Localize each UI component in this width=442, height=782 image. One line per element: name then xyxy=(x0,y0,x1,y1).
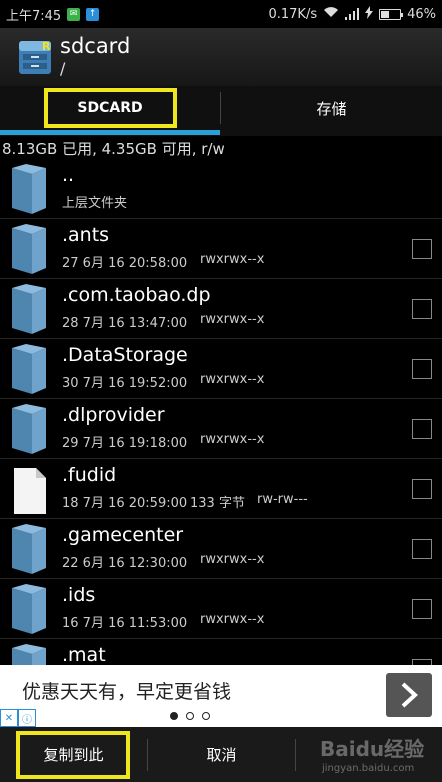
chevron-right-icon xyxy=(401,682,418,708)
file-date: 28 7月 16 13:47:00 xyxy=(62,316,188,331)
cancel-button[interactable]: 取消 xyxy=(148,727,295,782)
list-item[interactable]: .ids 16 7月 16 11:53:00 rwxrwx--x xyxy=(0,580,442,639)
select-checkbox[interactable] xyxy=(412,479,432,499)
ad-next-button[interactable] xyxy=(386,673,432,717)
folder-icon xyxy=(10,224,48,276)
app-header: R sdcard / xyxy=(0,28,442,86)
file-size: 133 字节 xyxy=(190,496,245,511)
select-checkbox[interactable] xyxy=(412,359,432,379)
file-date: 27 6月 16 20:58:00 xyxy=(62,256,188,271)
file-name: .gamecenter xyxy=(62,524,184,546)
list-item[interactable]: .. 上层文件夹 xyxy=(0,160,442,219)
folder-icon xyxy=(10,284,48,336)
file-permissions: rwxrwx--x xyxy=(200,372,265,387)
select-checkbox[interactable] xyxy=(412,419,432,439)
page-dot[interactable] xyxy=(202,712,210,720)
folder-icon xyxy=(10,524,48,576)
storage-info: 8.13GB 已用, 4.35GB 可用, r/w xyxy=(2,140,225,158)
folder-icon xyxy=(10,164,48,216)
ad-banner[interactable]: 优惠天天有，早定更省钱 ✕ ⓘ xyxy=(0,665,442,727)
battery-icon xyxy=(379,8,404,20)
highlight-box xyxy=(16,731,130,779)
file-date: 29 7月 16 19:18:00 xyxy=(62,436,188,451)
upload-notification-icon: ↑ xyxy=(86,7,100,21)
page-dot[interactable] xyxy=(186,712,194,720)
folder-icon xyxy=(10,584,48,636)
select-checkbox[interactable] xyxy=(412,599,432,619)
highlight-box xyxy=(44,88,177,128)
list-item[interactable]: .DataStorage 30 7月 16 19:52:00 rwxrwx--x xyxy=(0,340,442,399)
file-date: 16 7月 16 11:53:00 xyxy=(62,616,188,631)
file-permissions: rwxrwx--x xyxy=(200,312,265,327)
ad-marks: ✕ ⓘ xyxy=(0,709,36,727)
page-dot[interactable] xyxy=(170,712,178,720)
ad-page-dots xyxy=(170,712,210,720)
ad-text[interactable]: 优惠天天有，早定更省钱 xyxy=(22,677,231,704)
file-permissions: rw-rw--- xyxy=(257,492,308,507)
file-name: .mat xyxy=(62,644,106,665)
signal-icon xyxy=(345,8,360,20)
file-name: .dlprovider xyxy=(62,404,165,426)
file-subtitle: 上层文件夹 xyxy=(62,196,128,211)
file-icon xyxy=(10,464,48,516)
list-item[interactable]: .gamecenter 22 6月 16 12:30:00 rwxrwx--x xyxy=(0,520,442,579)
wifi-icon xyxy=(323,6,339,22)
status-bar: 上午7:45 ✉ ↑ 0.17K/s 46% xyxy=(0,0,442,28)
file-date: 22 6月 16 12:30:00 xyxy=(62,556,188,571)
file-name: .. xyxy=(62,164,75,186)
svg-text:R: R xyxy=(42,40,51,53)
list-item[interactable]: .fudid 18 7月 16 20:59:00 133 字节 rw-rw--- xyxy=(0,460,442,519)
bottom-action-bar: 复制到此 取消 Baidu经验 jingyan.baidu.com xyxy=(0,727,442,782)
file-date: 30 7月 16 19:52:00 xyxy=(62,376,188,391)
folder-icon xyxy=(10,644,48,665)
list-item[interactable]: .ants 27 6月 16 20:58:00 rwxrwx--x xyxy=(0,220,442,279)
active-tab-indicator xyxy=(0,130,220,135)
file-permissions: rwxrwx--x xyxy=(200,612,265,627)
file-name: .ids xyxy=(62,584,96,606)
tab-storage[interactable]: 存储 xyxy=(221,86,442,130)
select-checkbox[interactable] xyxy=(412,539,432,559)
network-speed: 0.17K/s xyxy=(268,6,318,22)
root-explorer-icon[interactable]: R xyxy=(18,37,52,75)
file-name: .ants xyxy=(62,224,110,246)
status-time: 上午7:45 xyxy=(6,8,62,24)
select-checkbox[interactable] xyxy=(412,239,432,259)
file-permissions: rwxrwx--x xyxy=(200,432,265,447)
charging-icon xyxy=(365,5,374,23)
folder-icon xyxy=(10,344,48,396)
file-name: .DataStorage xyxy=(62,344,188,366)
folder-icon xyxy=(10,404,48,456)
header-title: sdcard xyxy=(60,34,131,58)
file-name: .fudid xyxy=(62,464,117,486)
header-path: / xyxy=(60,59,66,78)
list-item[interactable]: .com.taobao.dp 28 7月 16 13:47:00 rwxrwx--x xyxy=(0,280,442,339)
tab-bar: SDCARD 存储 xyxy=(0,86,442,136)
app-notification-icon: ✉ xyxy=(67,7,81,21)
file-date: 18 7月 16 20:59:00 xyxy=(62,496,188,511)
list-item[interactable]: .mat xyxy=(0,640,442,665)
ad-close-icon[interactable]: ✕ xyxy=(0,709,18,727)
file-permissions: rwxrwx--x xyxy=(200,552,265,567)
select-checkbox[interactable] xyxy=(412,299,432,319)
file-permissions: rwxrwx--x xyxy=(200,252,265,267)
baidu-watermark-url: jingyan.baidu.com xyxy=(322,763,415,774)
ad-info-icon[interactable]: ⓘ xyxy=(18,709,36,727)
file-list[interactable]: .. 上层文件夹 .ants 27 6月 16 20:58:00 rwxrwx--x .c… xyxy=(0,160,442,665)
battery-percent: 46% xyxy=(407,6,436,22)
baidu-watermark: Baidu经验 xyxy=(320,737,425,761)
file-name: .com.taobao.dp xyxy=(62,284,211,306)
list-item[interactable]: .dlprovider 29 7月 16 19:18:00 rwxrwx--x xyxy=(0,400,442,459)
